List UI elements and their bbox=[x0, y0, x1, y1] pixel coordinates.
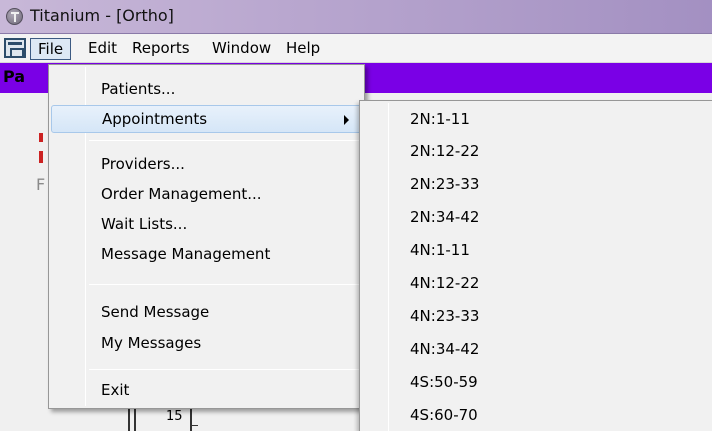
menu-window[interactable]: Window bbox=[206, 38, 277, 60]
menu-item-order-management[interactable]: Order Management... bbox=[51, 180, 362, 208]
menu-item-patients[interactable]: Patients... bbox=[51, 75, 362, 103]
submenu-item-4s-60-70[interactable]: 4S:60-70 bbox=[362, 399, 711, 431]
submenu-item-2n-23-33[interactable]: 2N:23-33 bbox=[362, 168, 711, 200]
submenu-arrow-icon bbox=[344, 115, 349, 125]
submenu-item-label: 4N:23-33 bbox=[410, 307, 480, 325]
submenu-item-2n-34-42[interactable]: 2N:34-42 bbox=[362, 201, 711, 233]
submenu-item-4n-1-11[interactable]: 4N:1-11 bbox=[362, 234, 711, 266]
appointments-submenu: 2N:1-11 2N:12-22 2N:23-33 2N:34-42 4N:1-… bbox=[359, 100, 712, 431]
window-title: Titanium - [Ortho] bbox=[30, 6, 174, 25]
menu-item-label: Patients... bbox=[101, 80, 176, 98]
menu-item-send-message[interactable]: Send Message bbox=[51, 298, 362, 326]
submenu-item-2n-12-22[interactable]: 2N:12-22 bbox=[362, 135, 711, 167]
submenu-item-4n-12-22[interactable]: 4N:12-22 bbox=[362, 267, 711, 299]
submenu-item-label: 2N:12-22 bbox=[410, 142, 480, 160]
submenu-item-4n-23-33[interactable]: 4N:23-33 bbox=[362, 300, 711, 332]
menu-item-providers[interactable]: Providers... bbox=[51, 150, 362, 178]
menu-item-label: Order Management... bbox=[101, 185, 262, 203]
menu-item-my-messages[interactable]: My Messages bbox=[51, 329, 362, 357]
file-dropdown-menu: Patients... Appointments Providers... Or… bbox=[48, 64, 365, 409]
menu-item-label: Send Message bbox=[101, 303, 210, 321]
menu-separator bbox=[89, 369, 359, 370]
menu-file[interactable]: File bbox=[30, 38, 72, 60]
submenu-item-label: 2N:23-33 bbox=[410, 175, 480, 193]
submenu-item-label: 4S:60-70 bbox=[410, 406, 478, 424]
menu-bar: File Edit Reports Window Help bbox=[0, 34, 712, 63]
menu-item-appointments[interactable]: Appointments bbox=[51, 105, 362, 133]
menu-edit[interactable]: Edit bbox=[82, 38, 123, 60]
menu-item-label: Wait Lists... bbox=[101, 215, 188, 233]
background-label-f: F bbox=[36, 175, 46, 194]
red-marker-icon bbox=[39, 133, 43, 163]
menu-separator bbox=[89, 140, 359, 141]
submenu-item-label: 4N:12-22 bbox=[410, 274, 480, 292]
menu-reports[interactable]: Reports bbox=[126, 38, 196, 60]
menu-item-label: My Messages bbox=[101, 334, 202, 352]
menu-item-label: Message Management bbox=[101, 245, 271, 263]
menu-item-label: Appointments bbox=[102, 110, 208, 128]
grid-row-number: 15 bbox=[166, 409, 183, 424]
mdi-child-window-icon[interactable] bbox=[4, 38, 26, 58]
menu-item-message-management[interactable]: Message Management bbox=[51, 240, 362, 268]
menu-help[interactable]: Help bbox=[280, 38, 326, 60]
submenu-item-label: 4N:34-42 bbox=[410, 340, 480, 358]
grid-row-divider-bottom bbox=[190, 425, 198, 426]
menu-item-label: Providers... bbox=[101, 155, 185, 173]
submenu-item-label: 4N:1-11 bbox=[410, 241, 470, 259]
menu-item-exit[interactable]: Exit bbox=[51, 376, 362, 404]
menu-item-wait-lists[interactable]: Wait Lists... bbox=[51, 210, 362, 238]
submenu-item-4n-34-42[interactable]: 4N:34-42 bbox=[362, 333, 711, 365]
submenu-item-4s-50-59[interactable]: 4S:50-59 bbox=[362, 366, 711, 398]
title-bar[interactable]: Titanium - [Ortho] bbox=[0, 0, 712, 34]
band-label: Pa bbox=[3, 67, 26, 86]
menu-item-label: Exit bbox=[101, 381, 130, 399]
submenu-item-label: 4S:50-59 bbox=[410, 373, 478, 391]
grid-row-divider bbox=[190, 407, 192, 431]
titanium-logo-icon[interactable] bbox=[6, 8, 23, 25]
submenu-item-2n-1-11[interactable]: 2N:1-11 bbox=[362, 103, 711, 135]
submenu-item-label: 2N:34-42 bbox=[410, 208, 480, 226]
menu-separator bbox=[89, 284, 359, 285]
submenu-item-label: 2N:1-11 bbox=[410, 110, 470, 128]
